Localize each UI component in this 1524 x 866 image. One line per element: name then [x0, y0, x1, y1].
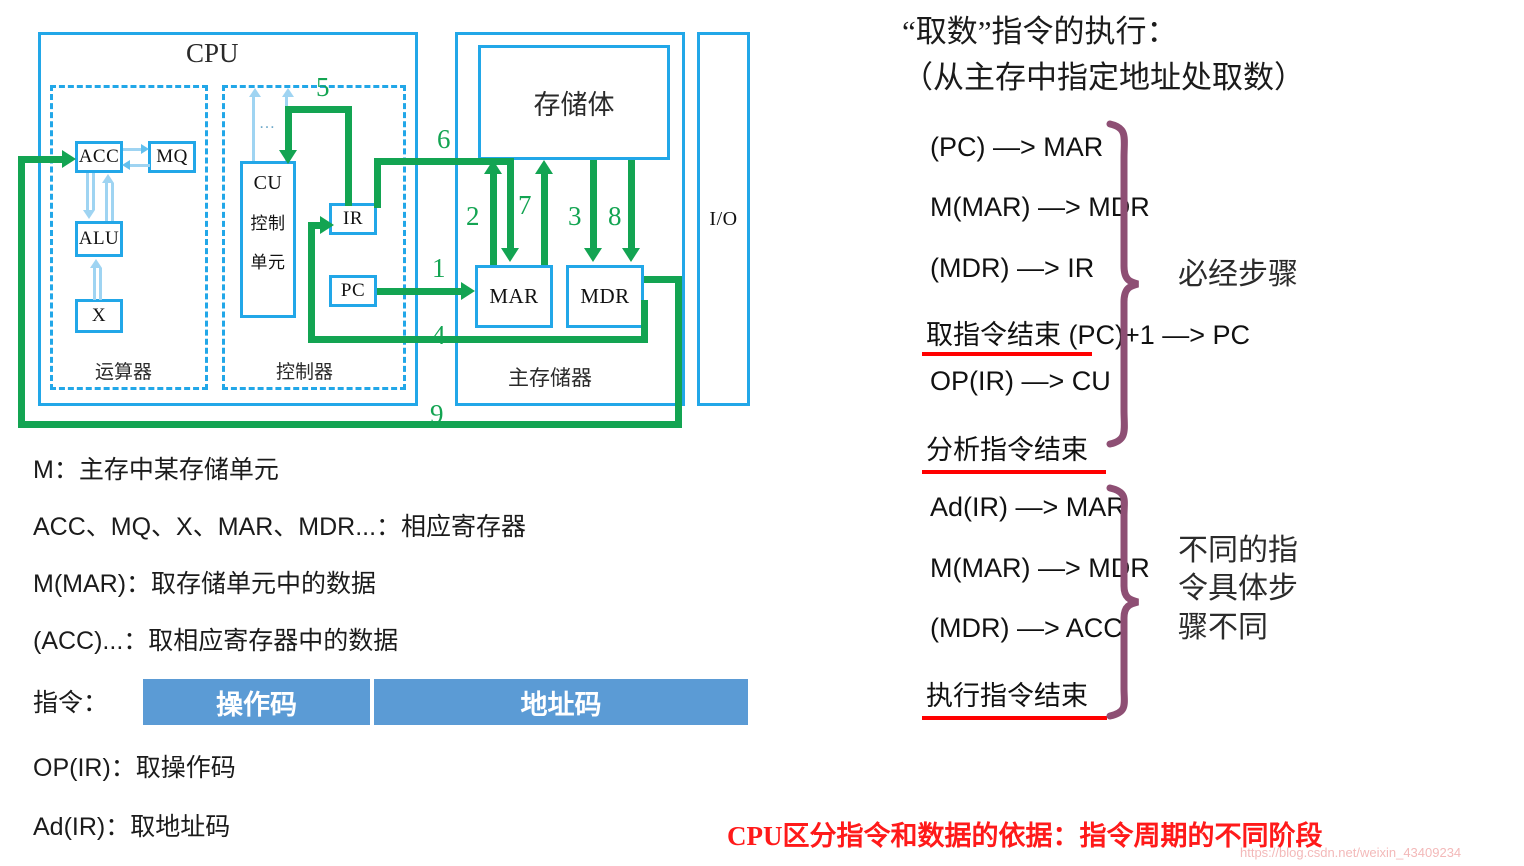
step-g2-3: 执行指令结束: [926, 681, 1088, 711]
panel-title-line2: （从主存中指定地址处取数）: [902, 60, 1305, 95]
legend-ad-ir: Ad(IR)：取地址码: [33, 813, 231, 841]
legend-block: M：主存中某存储单元 ACC、MQ、X、MAR、MDR...：相应寄存器 M(M…: [0, 0, 800, 866]
brace-group-1: [1106, 120, 1139, 448]
instruction-address-field: 地址码: [520, 689, 602, 720]
step-g1-0: (PC) —> MAR: [930, 132, 1104, 162]
step-g1-5: 分析指令结束: [926, 435, 1088, 465]
decode-end-underline: [922, 470, 1106, 474]
legend-line-2: M(MAR)：取存储单元中的数据: [33, 570, 377, 598]
fetch-end-underline: [922, 352, 1092, 356]
brace-note-1: 必经步骤: [1178, 258, 1298, 291]
execution-steps-panel: “取数”指令的执行： （从主存中指定地址处取数） (PC) —> MAR M(M…: [890, 0, 1524, 866]
brace-group-2: [1106, 484, 1139, 720]
legend-line-3: (ACC)...：取相应寄存器中的数据: [33, 627, 399, 655]
watermark: https://blog.csdn.net/weixin_43409234: [1240, 845, 1462, 860]
instruction-label: 指令：: [33, 689, 109, 717]
legend-line-0: M：主存中某存储单元: [33, 456, 279, 484]
instruction-opcode-field: 操作码: [216, 689, 297, 720]
footer-red-note: CPU区分指令和数据的依据：指令周期的不同阶段: [727, 821, 1323, 851]
step-g1-2: (MDR) —> IR: [930, 253, 1095, 283]
execute-end-underline: [922, 716, 1107, 720]
brace-note-2: 不同的指 令具体步 骤不同: [1178, 534, 1298, 644]
panel-title-line1: “取数”指令的执行：: [902, 14, 1178, 49]
legend-op-ir: OP(IR)：取操作码: [33, 754, 236, 782]
legend-line-1: ACC、MQ、X、MAR、MDR...：相应寄存器: [33, 513, 527, 541]
instruction-format-bar: 操作码 地址码: [143, 679, 748, 725]
